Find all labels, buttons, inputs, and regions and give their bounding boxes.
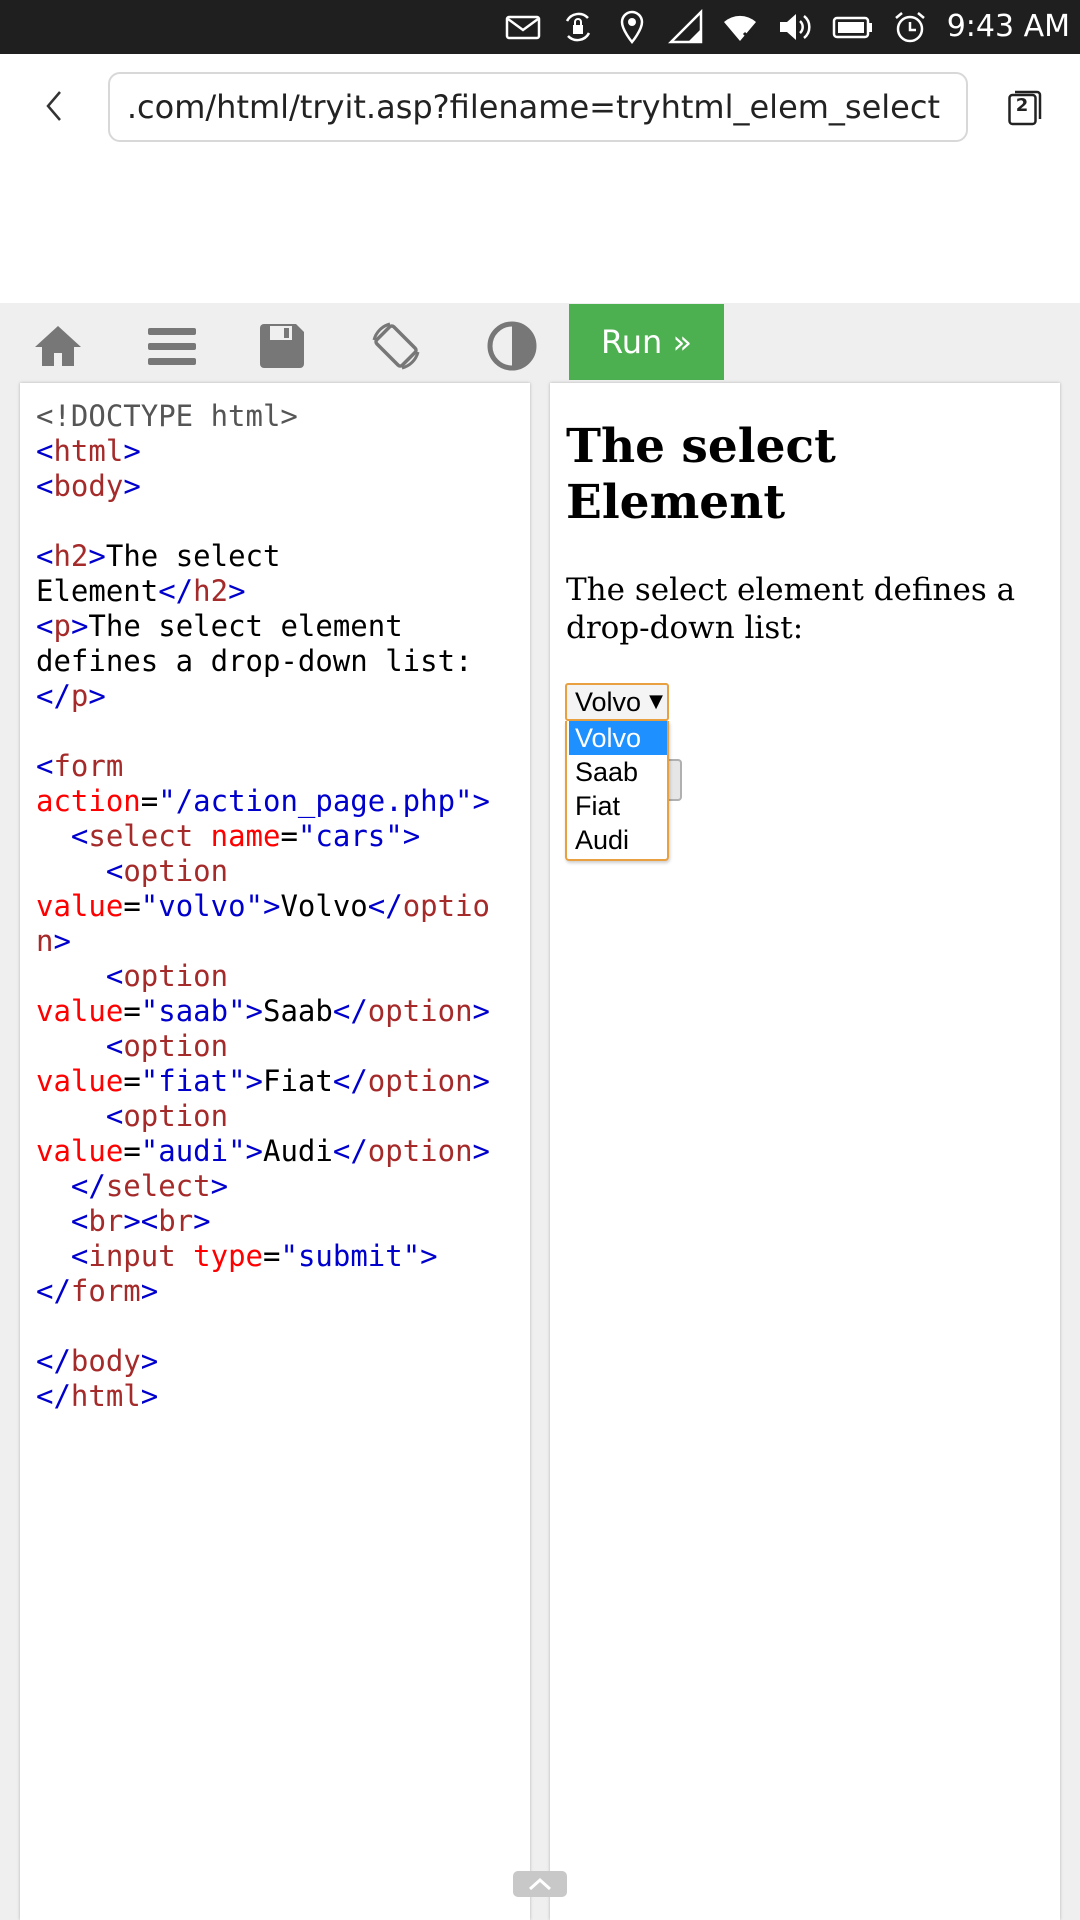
battery-icon <box>832 9 874 45</box>
code-tag: option <box>367 994 473 1028</box>
code-text[interactable]: <!DOCTYPE html> <html> <body> <h2>The se… <box>36 399 526 1414</box>
option-audi[interactable]: Audi <box>569 823 667 857</box>
code-tag: body <box>70 1344 141 1378</box>
result-frame: The select Element The select element de… <box>550 383 1060 1920</box>
tryit-toolbar <box>0 303 1080 381</box>
wifi-icon <box>722 9 758 45</box>
code-value: "submit" <box>280 1239 421 1273</box>
code-text-node: Fiat <box>263 1064 333 1098</box>
status-bar: 9:43 AM <box>0 0 1080 54</box>
chevron-left-icon <box>46 91 61 121</box>
code-tag: option <box>123 854 229 888</box>
code-tag: h2 <box>193 574 229 608</box>
volume-icon <box>776 9 812 45</box>
select-value: Volvo <box>575 687 642 717</box>
code-attr: value <box>36 1134 124 1168</box>
back-button[interactable] <box>30 76 80 136</box>
clock-time: 9:43 AM <box>946 9 1070 44</box>
code-tag: html <box>53 434 124 468</box>
code-value: "volvo" <box>140 889 263 923</box>
code-text-node: Saab <box>263 994 333 1028</box>
code-attr: type <box>193 1239 264 1273</box>
code-tag: p <box>70 679 89 713</box>
code-text-node: Volvo <box>280 889 368 923</box>
menu-icon[interactable] <box>146 320 198 372</box>
code-tag: optio <box>402 889 491 923</box>
code-attr: value <box>36 994 124 1028</box>
option-fiat[interactable]: Fiat <box>569 789 667 823</box>
code-tag: form <box>53 749 124 783</box>
dropdown-arrow-icon: ▼ <box>649 691 663 712</box>
code-tag: option <box>367 1134 473 1168</box>
code-tag: br <box>88 1204 124 1238</box>
location-icon <box>614 9 650 45</box>
select-dropdown-list: Volvo Saab Fiat Audi <box>565 721 669 861</box>
code-value: "fiat" <box>140 1064 246 1098</box>
code-text-node: Audi <box>263 1134 333 1168</box>
tab-count: 2 <box>1015 95 1029 116</box>
chevron-up-icon <box>528 1877 552 1891</box>
code-tag: select <box>105 1169 211 1203</box>
contrast-icon[interactable] <box>486 320 538 372</box>
code-text-node: The select <box>105 539 281 573</box>
result-heading: The select Element <box>566 419 836 530</box>
address-bar[interactable]: .com/html/tryit.asp?filename=tryhtml_ele… <box>108 72 968 142</box>
code-doctype: <!DOCTYPE html> <box>36 399 298 433</box>
scroll-up-handle[interactable] <box>513 1871 567 1897</box>
code-attr: name <box>210 819 281 853</box>
code-attr: value <box>36 1064 124 1098</box>
rotation-lock-icon <box>560 9 596 45</box>
code-tag: input <box>88 1239 176 1273</box>
result-paragraph: The select element defines a drop-down l… <box>566 572 1016 646</box>
code-tag: option <box>123 1029 229 1063</box>
code-tag: n <box>36 924 54 958</box>
code-value: "audi" <box>140 1134 246 1168</box>
mail-icon <box>505 9 541 45</box>
code-tag: select <box>88 819 194 853</box>
save-icon[interactable] <box>256 320 308 372</box>
code-tag: p <box>53 609 71 643</box>
code-value: "cars" <box>297 819 403 853</box>
cell-signal-icon <box>668 9 704 45</box>
code-tag: option <box>123 1099 229 1133</box>
code-text-node: defines a drop-down list: <box>36 644 473 678</box>
code-tag: body <box>53 469 124 503</box>
option-volvo[interactable]: Volvo <box>569 721 667 755</box>
url-text: .com/html/tryit.asp?filename=tryhtml_ele… <box>126 88 940 126</box>
cars-select[interactable]: Volvo ▼ <box>565 683 669 721</box>
home-icon[interactable] <box>32 320 84 372</box>
code-attr: action <box>36 784 141 818</box>
code-tag: option <box>123 959 229 993</box>
code-attr: value <box>36 889 124 923</box>
code-tag: option <box>367 1064 473 1098</box>
code-tag: h2 <box>53 539 89 573</box>
code-tag: form <box>70 1274 141 1308</box>
code-editor[interactable]: <!DOCTYPE html> <html> <body> <h2>The se… <box>20 383 530 1920</box>
code-tag: html <box>70 1379 141 1413</box>
browser-toolbar: .com/html/tryit.asp?filename=tryhtml_ele… <box>0 54 1080 164</box>
code-text-node: Element <box>36 574 159 608</box>
option-saab[interactable]: Saab <box>569 755 667 789</box>
code-value: "/action_page.php" <box>158 784 473 818</box>
run-button[interactable]: Run » <box>569 304 724 380</box>
code-tag: br <box>158 1204 194 1238</box>
code-text-node: The select element <box>88 609 403 643</box>
tabs-button[interactable]: 2 <box>1008 90 1042 126</box>
alarm-icon <box>892 9 928 45</box>
rotate-icon[interactable] <box>370 320 422 372</box>
code-value: "saab" <box>140 994 246 1028</box>
